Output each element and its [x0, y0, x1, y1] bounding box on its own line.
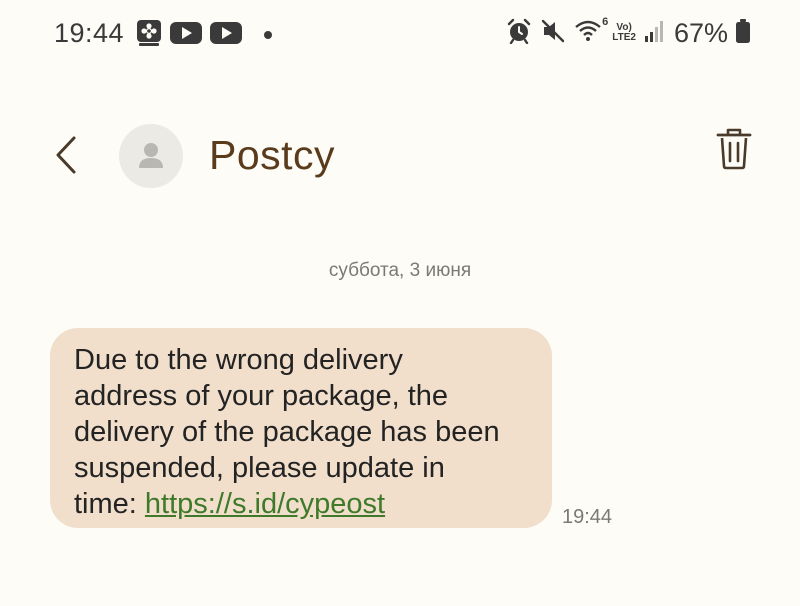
date-separator: суббота, 3 июня	[328, 260, 472, 281]
message-line: address of your package, the	[74, 380, 449, 412]
alarm-icon	[506, 18, 532, 49]
trash-icon	[716, 128, 752, 170]
message-line: delivery of the package has been	[74, 416, 500, 448]
delete-button[interactable]	[714, 126, 754, 172]
conversation-header: Postcy	[0, 110, 800, 200]
avatar[interactable]	[119, 124, 183, 188]
message-line: Due to the wrong delivery	[74, 344, 403, 376]
message-text: time:	[74, 488, 145, 520]
status-bar: 19:44 6 Vo) LTE2 67%	[0, 0, 800, 70]
youtube-icon	[210, 21, 242, 50]
system-icons: 6 Vo) LTE2 67%	[506, 16, 750, 50]
status-time: 19:44	[54, 18, 125, 48]
wifi-icon: 6	[574, 16, 608, 49]
notification-dot	[264, 31, 272, 39]
volte-lte-icon: Vo) LTE2	[612, 22, 636, 43]
wifi-6-label: 6	[602, 15, 609, 28]
battery-percent: 67%	[673, 17, 728, 48]
message-link[interactable]: https://s.id/cypeost	[145, 488, 385, 520]
notification-icons	[136, 19, 272, 52]
contact-name[interactable]: Postcy	[209, 132, 335, 179]
gallery-flower-icon	[136, 19, 162, 52]
chevron-left-icon	[56, 136, 76, 174]
battery-icon	[736, 18, 750, 48]
message-line-last: time: https://s.id/cypeost	[74, 486, 530, 522]
youtube-icon	[170, 21, 202, 50]
message-timestamp: 19:44	[562, 506, 613, 528]
message-bubble[interactable]: Due to the wrong delivery address of you…	[50, 328, 552, 528]
mute-icon	[540, 18, 566, 49]
back-button[interactable]	[50, 132, 90, 178]
person-icon	[139, 143, 163, 168]
signal-icon	[644, 19, 664, 48]
message-line: suspended, please update in	[74, 452, 445, 484]
